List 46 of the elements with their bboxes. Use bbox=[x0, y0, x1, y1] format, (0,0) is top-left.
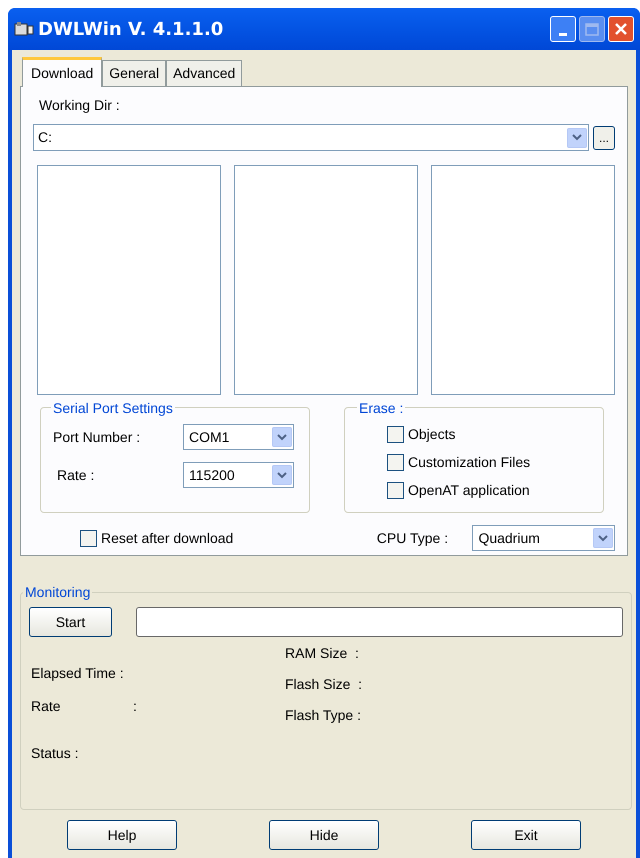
checkbox-label: OpenAT application bbox=[408, 481, 530, 500]
tab[interactable]: Advanced bbox=[166, 60, 242, 86]
app-icon bbox=[14, 21, 34, 37]
checkbox-label: Reset after download bbox=[101, 528, 234, 548]
field-label: RAM Size : bbox=[285, 644, 359, 663]
checkbox-label: Customization Files bbox=[408, 453, 530, 472]
field-label: : bbox=[133, 697, 137, 716]
caret-icon bbox=[277, 434, 287, 440]
minimize-icon bbox=[559, 33, 567, 36]
caret-icon bbox=[572, 134, 582, 141]
maximize-icon bbox=[585, 22, 599, 36]
field-label: Rate bbox=[31, 697, 62, 716]
checkbox[interactable] bbox=[387, 482, 404, 499]
window-title: DWLWin V. 4.1.1.0 bbox=[38, 18, 224, 42]
dropdown-field[interactable]: C: bbox=[33, 124, 589, 151]
checkbox[interactable] bbox=[80, 530, 97, 546]
minimize-button[interactable] bbox=[550, 16, 576, 42]
browse-button[interactable]: ... bbox=[593, 126, 615, 150]
dialog-button[interactable]: Exit bbox=[471, 820, 581, 850]
tab[interactable]: General bbox=[102, 60, 166, 86]
dropdown-button[interactable] bbox=[272, 465, 292, 485]
checkbox[interactable] bbox=[387, 426, 404, 443]
tab[interactable]: Download bbox=[22, 57, 102, 87]
field-label: Flash Type : bbox=[285, 706, 362, 725]
field-label: CPU Type : bbox=[376, 528, 450, 548]
dropdown-button[interactable] bbox=[272, 427, 292, 447]
field-label: Port Number : bbox=[53, 428, 142, 446]
caret-icon bbox=[598, 534, 608, 542]
caret-icon bbox=[277, 472, 287, 478]
dropdown-button[interactable] bbox=[593, 528, 614, 548]
dropdown-field[interactable]: 115200 bbox=[183, 462, 294, 488]
checkbox[interactable] bbox=[387, 454, 404, 471]
field-label: Rate : bbox=[56, 466, 96, 484]
dialog-button[interactable]: Help bbox=[67, 820, 177, 850]
field-label: Working Dir : bbox=[39, 96, 120, 115]
field-label: Flash Size : bbox=[285, 675, 362, 694]
field-label: Status : bbox=[31, 744, 78, 763]
close-icon bbox=[614, 22, 628, 36]
dropdown-field[interactable]: COM1 bbox=[183, 424, 294, 450]
close-button[interactable] bbox=[608, 16, 634, 42]
field-label: Elapsed Time : bbox=[31, 664, 125, 683]
dialog-button[interactable]: Hide bbox=[269, 820, 379, 850]
dropdown-button[interactable] bbox=[567, 128, 587, 148]
dropdown-field[interactable]: Quadrium bbox=[472, 525, 616, 551]
start-button[interactable]: Start bbox=[29, 607, 112, 637]
checkbox-label: Objects bbox=[408, 425, 456, 444]
